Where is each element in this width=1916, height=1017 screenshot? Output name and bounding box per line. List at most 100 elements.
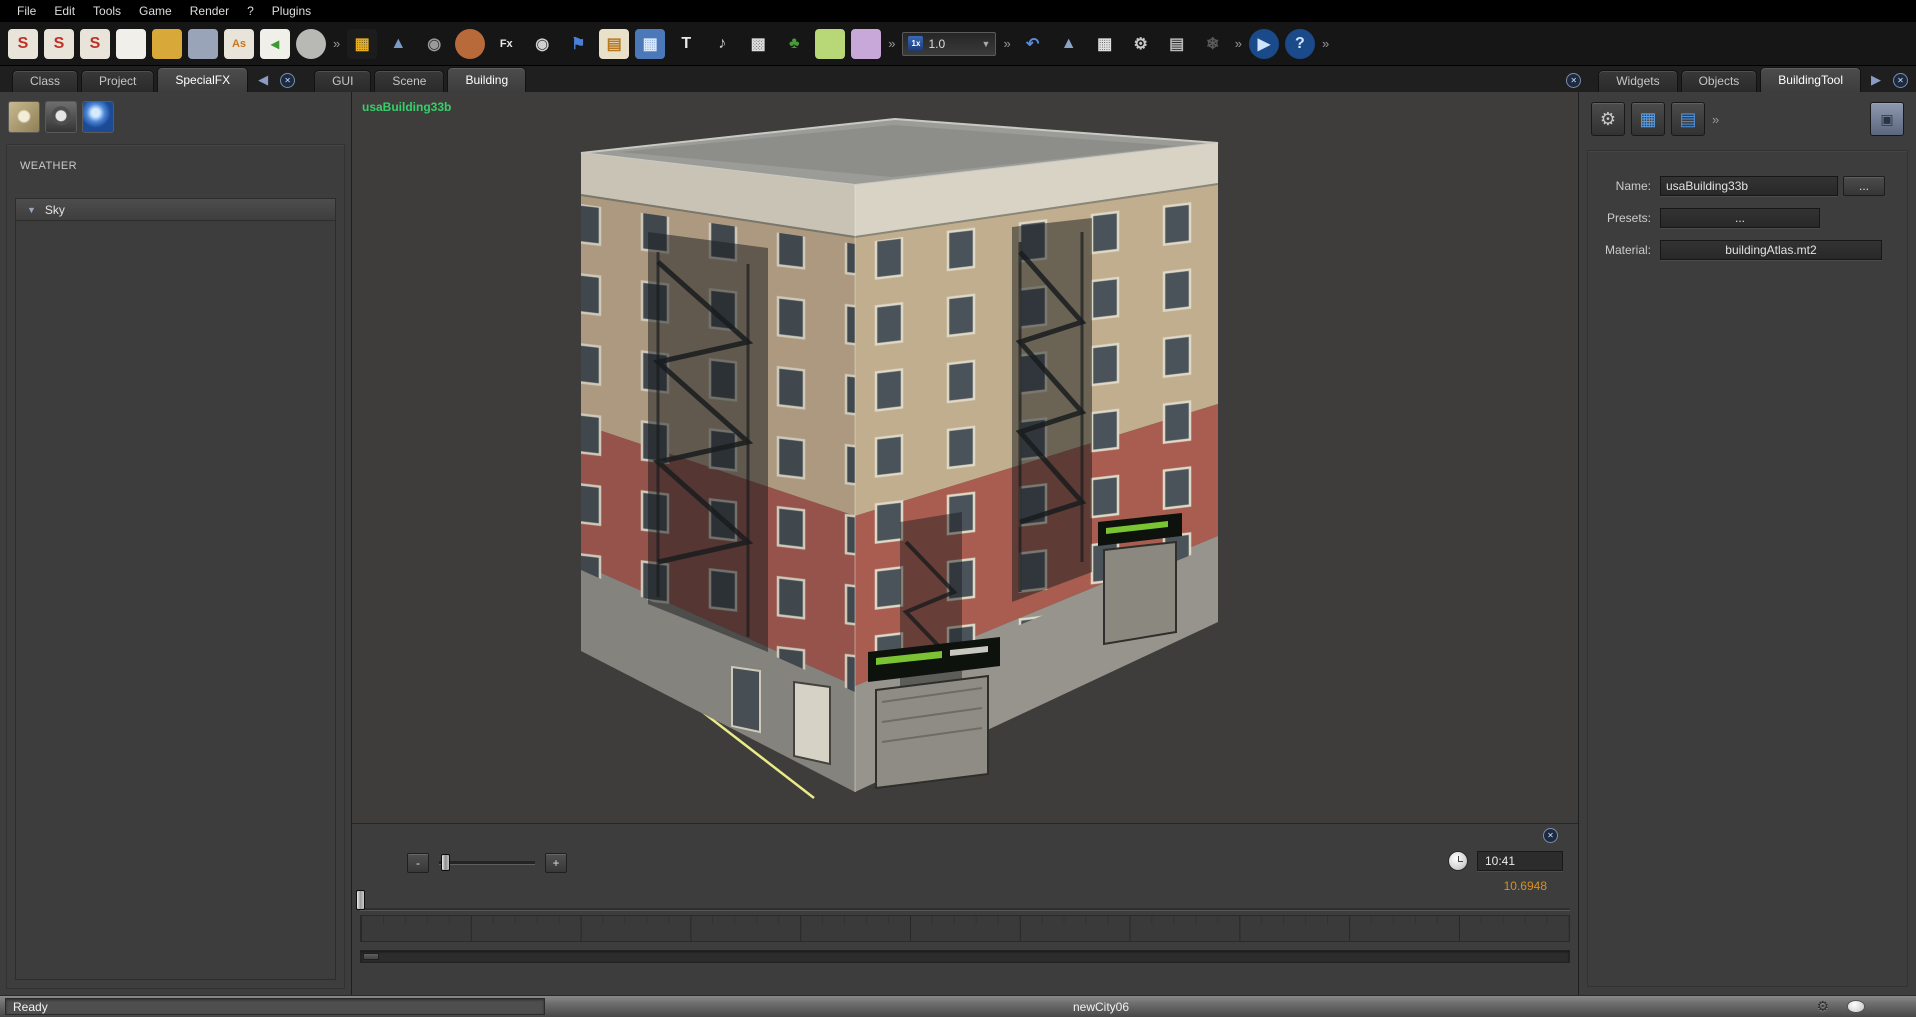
menu-item-tools[interactable]: Tools <box>84 2 130 20</box>
tab-widgets[interactable]: Widgets <box>1598 70 1677 92</box>
status-bar: Ready newCity06 ⚙ <box>0 995 1916 1017</box>
presets-field[interactable]: ... <box>1660 208 1820 228</box>
planet-icon[interactable] <box>455 29 485 59</box>
timeline-zoom-slider[interactable] <box>439 861 535 865</box>
status-coordinates: ⚙ <box>1816 998 1876 1015</box>
menu-item-plugins[interactable]: Plugins <box>263 2 320 20</box>
camera-icon[interactable] <box>45 101 77 133</box>
undo-icon[interactable]: ↶ <box>1018 29 1048 59</box>
sky-parameter-list <box>16 221 335 230</box>
snowflake-icon[interactable]: ❄ <box>1198 29 1228 59</box>
playhead-handle[interactable] <box>356 890 365 910</box>
open-folder-icon[interactable] <box>152 29 182 59</box>
settings-gear-icon[interactable]: ⚙ <box>1126 29 1156 59</box>
building-tool-panel: ⚙ ▦ ▤ » ▣ Name: usaBuilding33b ... Prese… <box>1578 92 1916 995</box>
presets-label: Presets: <box>1588 211 1660 225</box>
menu-item-file[interactable]: File <box>8 2 45 20</box>
script-export-icon[interactable]: S <box>8 29 38 59</box>
overflow-chevron[interactable]: » <box>333 36 340 51</box>
import-file-icon[interactable]: ◂ <box>260 29 290 59</box>
clock-icon <box>1448 851 1468 871</box>
name-more-button[interactable]: ... <box>1843 176 1885 196</box>
render-reel-icon[interactable]: ◉ <box>527 29 557 59</box>
overflow-chevron[interactable]: » <box>1712 112 1719 127</box>
overflow-chevron[interactable]: » <box>1003 36 1010 51</box>
menu-item-render[interactable]: Render <box>181 2 238 20</box>
overflow-chevron[interactable]: » <box>1322 36 1329 51</box>
sky-section-header[interactable]: ▼ Sky <box>16 199 335 221</box>
image-thumbnail-icon[interactable] <box>8 101 40 133</box>
grid-icon[interactable]: ▦ <box>1090 29 1120 59</box>
layers-icon[interactable]: ▤ <box>1671 102 1705 136</box>
center-panel-close-icon[interactable]: ✕ <box>1566 73 1581 88</box>
timeline-ruler[interactable] <box>360 915 1570 942</box>
name-field[interactable]: usaBuilding33b <box>1660 176 1838 196</box>
building-grid-icon[interactable]: ▦ <box>1631 102 1665 136</box>
presets-row: Presets: ... <box>1588 207 1907 229</box>
menu-item-edit[interactable]: Edit <box>45 2 84 20</box>
save-as-icon[interactable]: As <box>224 29 254 59</box>
zoom-level-dropdown[interactable]: 1x1.0▼ <box>902 32 996 56</box>
terrain-icon[interactable]: ▲ <box>383 29 413 59</box>
tab-building[interactable]: Building <box>447 67 526 92</box>
tab-objects[interactable]: Objects <box>1681 70 1758 92</box>
status-message: Ready <box>5 998 545 1015</box>
sky-section: ▼ Sky <box>15 198 336 980</box>
effects-fx-icon[interactable]: Fx <box>491 29 521 59</box>
speaker-icon[interactable]: ♪ <box>707 29 737 59</box>
timeline-scrollbar[interactable] <box>360 950 1570 963</box>
menu-item-help[interactable]: ? <box>238 2 263 20</box>
note-purple-icon[interactable] <box>851 29 881 59</box>
material-row: Material: buildingAtlas.mt2 <box>1588 239 1907 261</box>
material-field[interactable]: buildingAtlas.mt2 <box>1660 240 1882 260</box>
globe-icon[interactable] <box>82 101 114 133</box>
overflow-chevron[interactable]: » <box>888 36 895 51</box>
timeline-zoom-out-button[interactable]: - <box>407 853 429 873</box>
terrain-new-icon[interactable]: ▲ <box>1054 29 1084 59</box>
flag-icon[interactable]: ⚑ <box>563 29 593 59</box>
plant-icon[interactable]: ♣ <box>779 29 809 59</box>
playhead-row <box>360 888 1570 914</box>
script-edit-icon[interactable]: S <box>80 29 110 59</box>
menu-item-game[interactable]: Game <box>130 2 181 20</box>
tab-scene[interactable]: Scene <box>374 70 444 92</box>
timeline-scrollbar-handle[interactable] <box>363 953 379 960</box>
playhead-track[interactable] <box>360 908 1570 911</box>
name-row: Name: usaBuilding33b ... <box>1588 175 1907 197</box>
rubik-cube-icon[interactable]: ▦ <box>347 29 377 59</box>
tab-class[interactable]: Class <box>12 70 78 92</box>
tab-scroll-left-icon[interactable]: ◀ <box>258 72 268 88</box>
settings-gear-icon[interactable]: ⚙ <box>1591 102 1625 136</box>
keyboard-icon[interactable]: ▤ <box>1162 29 1192 59</box>
save-building-icon[interactable]: ▣ <box>1870 102 1904 136</box>
tab-project[interactable]: Project <box>81 70 154 92</box>
timeline-zoom-in-button[interactable]: + <box>545 853 567 873</box>
panel-close-icon[interactable]: ✕ <box>280 73 295 88</box>
material-label: Material: <box>1588 243 1660 257</box>
tab-buildingtool[interactable]: BuildingTool <box>1760 67 1861 92</box>
right-panel-close-icon[interactable]: ✕ <box>1893 73 1908 88</box>
collapse-triangle-icon: ▼ <box>27 205 36 215</box>
script-import-icon[interactable]: S <box>44 29 74 59</box>
sky-section-label: Sky <box>45 203 65 217</box>
new-document-icon[interactable] <box>116 29 146 59</box>
3d-viewport[interactable]: usaBuilding33b <box>352 92 1578 823</box>
save-icon[interactable] <box>188 29 218 59</box>
timeline-zoom-handle[interactable] <box>441 854 450 871</box>
bottom-panel-close-icon[interactable]: ✕ <box>1543 828 1558 843</box>
time-field[interactable]: 10:41 <box>1477 851 1563 871</box>
hierarchy-icon[interactable]: ▦ <box>635 29 665 59</box>
mouse-icon <box>1847 1000 1865 1013</box>
tab-specialfx[interactable]: SpecialFX <box>157 67 248 92</box>
tab-gui[interactable]: GUI <box>314 70 371 92</box>
clipboard-icon[interactable]: ▤ <box>599 29 629 59</box>
wheel-icon[interactable]: ◉ <box>419 29 449 59</box>
play-icon[interactable]: ▶ <box>1249 29 1279 59</box>
help-icon[interactable]: ? <box>1285 29 1315 59</box>
checkerboard-icon[interactable]: ▩ <box>743 29 773 59</box>
text-tool-icon[interactable]: T <box>671 29 701 59</box>
tab-scroll-right-icon[interactable]: ▶ <box>1871 72 1881 88</box>
note-green-icon[interactable] <box>815 29 845 59</box>
export-disc-icon[interactable] <box>296 29 326 59</box>
overflow-chevron[interactable]: » <box>1235 36 1242 51</box>
